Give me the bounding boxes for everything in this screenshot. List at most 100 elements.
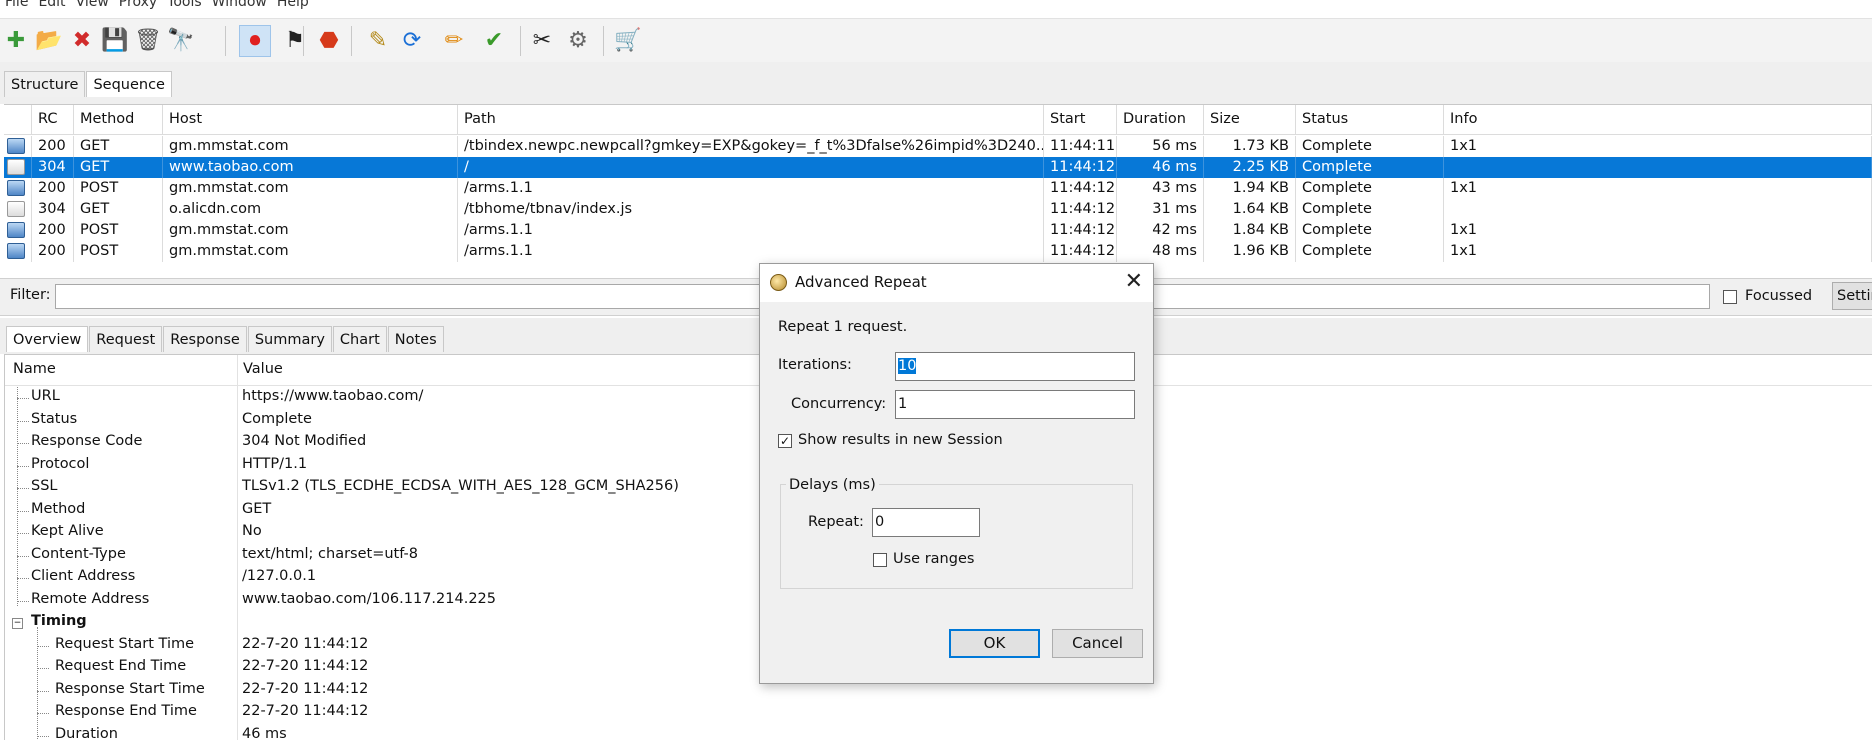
column-header-size[interactable]: Size bbox=[1204, 105, 1296, 134]
cell-status: Complete bbox=[1296, 136, 1444, 157]
tab-chart[interactable]: Chart bbox=[333, 326, 387, 352]
image-file-icon bbox=[7, 243, 25, 259]
tree-branch bbox=[17, 601, 29, 602]
property-value: https://www.taobao.com/ bbox=[242, 388, 423, 404]
toolbar-separator bbox=[225, 26, 226, 56]
tab-notes[interactable]: Notes bbox=[388, 326, 444, 352]
collapse-icon[interactable]: − bbox=[12, 618, 23, 629]
cell-path: /tbindex.newpc.newpcall?gmkey=EXP&gokey=… bbox=[458, 136, 1044, 157]
tab-response[interactable]: Response bbox=[163, 326, 247, 352]
row-type-cell bbox=[4, 241, 32, 262]
dialog-title: Advanced Repeat bbox=[795, 273, 927, 291]
cell-info bbox=[1444, 157, 1872, 178]
column-header-host[interactable]: Host bbox=[163, 105, 458, 134]
column-header-path[interactable]: Path bbox=[458, 105, 1044, 134]
concurrency-input[interactable]: 1 bbox=[895, 390, 1135, 419]
name-column-header[interactable]: Name bbox=[13, 361, 56, 377]
close-session-icon[interactable]: ✖ bbox=[66, 25, 98, 57]
menu-view[interactable]: View bbox=[71, 0, 114, 10]
iterations-value: 10 bbox=[898, 358, 916, 374]
property-value: 22-7-20 11:44:12 bbox=[242, 703, 368, 719]
tree-branch bbox=[17, 398, 29, 399]
focused-checkbox[interactable] bbox=[1723, 290, 1737, 304]
throttle-icon[interactable]: ⚑ bbox=[279, 25, 311, 57]
cell-size: 1.84 KB bbox=[1204, 220, 1296, 241]
save-icon[interactable]: 💾 bbox=[99, 25, 131, 57]
close-icon[interactable]: ✕ bbox=[1125, 269, 1143, 294]
table-row[interactable]: 200POSTgm.mmstat.com/arms.1.111:44:1243 … bbox=[4, 178, 1872, 199]
property-name: Request Start Time bbox=[55, 636, 194, 652]
tree-branch bbox=[37, 691, 49, 692]
toolbar-separator bbox=[351, 26, 352, 56]
table-row[interactable]: 200GETgm.mmstat.com/tbindex.newpc.newpca… bbox=[4, 136, 1872, 157]
cell-host: gm.mmstat.com bbox=[163, 136, 458, 157]
show-results-label: Show results in new Session bbox=[798, 432, 1003, 448]
ok-button[interactable]: OK bbox=[949, 629, 1040, 658]
open-icon[interactable]: 📂 bbox=[33, 25, 65, 57]
settings-button[interactable]: Settin bbox=[1832, 282, 1872, 310]
column-header-rc[interactable]: RC bbox=[32, 105, 74, 134]
cell-status: Complete bbox=[1296, 241, 1444, 262]
menu-tools[interactable]: Tools bbox=[162, 0, 207, 10]
validate-icon[interactable]: ✔ bbox=[478, 25, 510, 57]
menu-proxy[interactable]: Proxy bbox=[114, 0, 162, 10]
repeat-delay-input[interactable]: 0 bbox=[872, 508, 980, 537]
clear-icon[interactable]: 🗑 bbox=[132, 25, 164, 57]
cell-start: 11:44:12 bbox=[1044, 199, 1117, 220]
tab-overview[interactable]: Overview bbox=[6, 326, 88, 352]
toolbar-separator bbox=[520, 26, 521, 56]
tree-branch bbox=[17, 511, 29, 512]
menu-help[interactable]: Help bbox=[272, 0, 314, 10]
shop-icon[interactable]: 🛒 bbox=[612, 25, 644, 57]
property-value: HTTP/1.1 bbox=[242, 456, 307, 472]
property-value: 22-7-20 11:44:12 bbox=[242, 636, 368, 652]
tab-request[interactable]: Request bbox=[89, 326, 162, 352]
tab-summary[interactable]: Summary bbox=[248, 326, 332, 352]
repeat-icon[interactable]: ⟳ bbox=[396, 25, 428, 57]
property-row[interactable]: Duration46 ms bbox=[5, 725, 1872, 740]
cell-start: 11:44:12 bbox=[1044, 241, 1117, 262]
tab-structure[interactable]: Structure bbox=[4, 71, 85, 97]
property-value: /127.0.0.1 bbox=[242, 568, 316, 584]
value-column-header[interactable]: Value bbox=[243, 361, 283, 377]
tools-icon[interactable]: ✂ bbox=[526, 25, 558, 57]
record-icon[interactable]: ⏺ bbox=[239, 25, 271, 57]
new-session-icon[interactable]: ✚ bbox=[0, 25, 32, 57]
property-name: URL bbox=[31, 388, 60, 404]
menu-file[interactable]: File bbox=[0, 0, 33, 10]
iterations-input[interactable]: 10 bbox=[895, 352, 1135, 381]
table-row[interactable]: 304GETwww.taobao.com/11:44:1246 ms2.25 K… bbox=[4, 157, 1872, 178]
column-header-start[interactable]: Start bbox=[1044, 105, 1117, 134]
table-row[interactable]: 200POSTgm.mmstat.com/arms.1.111:44:1242 … bbox=[4, 220, 1872, 241]
property-value: 304 Not Modified bbox=[242, 433, 366, 449]
show-results-checkbox[interactable]: ✓ bbox=[778, 434, 792, 448]
repeat-delay-label: Repeat: bbox=[808, 514, 864, 530]
column-header-method[interactable]: Method bbox=[74, 105, 163, 134]
cancel-button[interactable]: Cancel bbox=[1052, 629, 1143, 658]
icon-column-header[interactable] bbox=[4, 105, 32, 134]
table-row[interactable]: 200POSTgm.mmstat.com/arms.1.111:44:1248 … bbox=[4, 241, 1872, 262]
cell-status: Complete bbox=[1296, 157, 1444, 178]
menu-bar: FileEditViewProxyToolsWindowHelp bbox=[0, 0, 1872, 18]
find-icon[interactable]: 🔭 bbox=[165, 25, 197, 57]
menu-window[interactable]: Window bbox=[207, 0, 272, 10]
tab-sequence[interactable]: Sequence bbox=[86, 71, 172, 97]
cell-duration: 42 ms bbox=[1117, 220, 1204, 241]
edit-icon[interactable]: ✏ bbox=[438, 25, 470, 57]
settings-icon[interactable]: ⚙ bbox=[562, 25, 594, 57]
column-header-info[interactable]: Info bbox=[1444, 105, 1872, 134]
column-header-status[interactable]: Status bbox=[1296, 105, 1444, 134]
menu-edit[interactable]: Edit bbox=[33, 0, 70, 10]
breakpoint-icon[interactable]: ⬣ bbox=[313, 25, 345, 57]
repeat-summary: Repeat 1 request. bbox=[778, 319, 907, 335]
table-row[interactable]: 304GETo.alicdn.com/tbhome/tbnav/index.js… bbox=[4, 199, 1872, 220]
property-value: Complete bbox=[242, 411, 312, 427]
property-row[interactable]: Response End Time22-7-20 11:44:12 bbox=[5, 702, 1872, 725]
column-header-duration[interactable]: Duration bbox=[1117, 105, 1204, 134]
use-ranges-checkbox[interactable] bbox=[873, 553, 887, 567]
property-name: SSL bbox=[31, 478, 58, 494]
cell-start: 11:44:11 bbox=[1044, 136, 1117, 157]
compose-icon[interactable]: ✎ bbox=[362, 25, 394, 57]
cell-method: GET bbox=[74, 136, 163, 157]
row-type-cell bbox=[4, 199, 32, 220]
